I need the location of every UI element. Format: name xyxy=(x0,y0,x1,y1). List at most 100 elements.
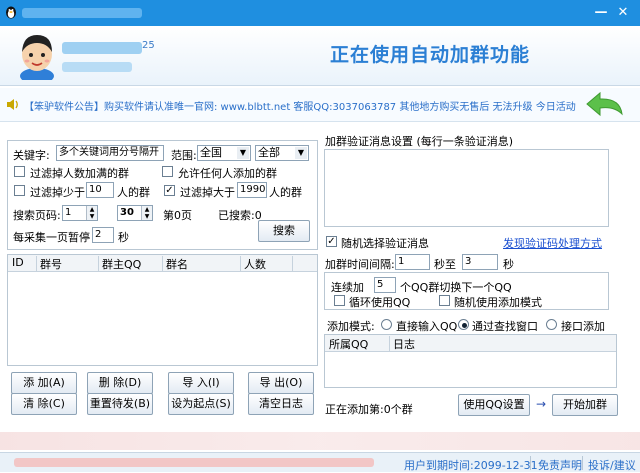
spinner-arrows-icon[interactable]: ▲ ▼ xyxy=(141,206,152,220)
interval-to-label: 秒至 xyxy=(434,258,456,271)
use-qq-settings-button[interactable]: 使用QQ设置 xyxy=(458,394,530,416)
col-id[interactable]: ID xyxy=(12,256,24,269)
filter-less-unit: 人的群 xyxy=(117,186,150,199)
set-start-button[interactable]: 设为起点(S) xyxy=(168,393,234,415)
col-owner-account[interactable]: 所属QQ xyxy=(329,336,368,352)
export-button[interactable]: 导 出(O) xyxy=(248,372,314,394)
title-bar[interactable]: — ✕ xyxy=(0,0,640,26)
random-verify-label: 随机选择验证消息 xyxy=(341,237,429,250)
filter-more-unit: 人的群 xyxy=(269,186,302,199)
random-mode-checkbox[interactable] xyxy=(439,295,450,306)
mode-find-window-label: 通过查找窗口 xyxy=(472,320,538,333)
expire-date: 用户到期时间:2099-12-31 xyxy=(404,459,538,472)
filter-more-checkbox[interactable]: ✓ xyxy=(164,185,175,196)
add-button[interactable]: 添 加(A) xyxy=(11,372,77,394)
mode-find-window-radio[interactable] xyxy=(458,319,469,330)
interval-unit: 秒 xyxy=(503,258,514,271)
group-table-header: ID 群号 群主QQ 群名 人数 xyxy=(8,255,317,272)
filter-less-checkbox[interactable] xyxy=(14,185,25,196)
username-suffix: 25 xyxy=(142,40,155,51)
reset-pending-button[interactable]: 重置待发(B) xyxy=(87,393,153,415)
group-table[interactable]: ID 群号 群主QQ 群名 人数 xyxy=(7,254,318,366)
searched-count: 已搜索:0 xyxy=(218,209,262,222)
allow-anyone-label: 允许任何人添加的群 xyxy=(178,167,277,180)
page-from-value: 1 xyxy=(65,207,72,218)
header: 25 正在使用自动加群功能 xyxy=(0,26,640,86)
mode-api-radio[interactable] xyxy=(546,319,557,330)
keyword-label: 关键字: xyxy=(13,149,50,162)
range-select[interactable]: 全国 ▼ xyxy=(197,145,251,161)
penguin-icon xyxy=(4,5,18,19)
interval-label: 加群时间间隔: xyxy=(325,258,395,271)
page-current: 第0页 xyxy=(163,209,192,222)
verify-title: 加群验证消息设置 (每行一条验证消息) xyxy=(325,135,514,148)
search-button[interactable]: 搜索 xyxy=(258,220,310,242)
mode-label: 添加模式: xyxy=(327,320,375,333)
status-bar: 用户到期时间:2099-12-31 免责声明 投诉/建议 xyxy=(0,452,640,472)
arrow-right-icon: → xyxy=(536,397,547,411)
pause-label: 每采集一页暂停 xyxy=(13,231,90,244)
range-label: 范围: xyxy=(171,149,197,162)
disclaimer-link[interactable]: 免责声明 xyxy=(538,457,582,473)
continuous-label: 连续加 xyxy=(331,281,364,294)
verify-message-textarea[interactable] xyxy=(324,149,609,227)
col-log[interactable]: 日志 xyxy=(393,336,415,352)
col-members[interactable]: 人数 xyxy=(244,256,266,272)
notice-text[interactable]: 【笨驴软件公告】购买软件请认准唯一官网: www.blbtt.net 客服QQ:… xyxy=(24,98,576,113)
range-sub-select-value: 全部 xyxy=(258,146,280,159)
pause-unit: 秒 xyxy=(118,231,129,244)
keyword-input[interactable]: 多个关键词用分号隔开 xyxy=(56,145,164,161)
title-blurred xyxy=(22,8,142,18)
start-button[interactable]: 开始加群 xyxy=(552,394,618,416)
allow-anyone-checkbox[interactable] xyxy=(162,166,173,177)
page-to-spinner[interactable]: 30 ▲ ▼ xyxy=(117,205,153,221)
random-verify-checkbox[interactable]: ✓ xyxy=(326,236,337,247)
chevron-down-icon: ▼ xyxy=(237,147,249,159)
back-arrow-icon[interactable] xyxy=(584,90,626,120)
blurred-band xyxy=(0,432,640,450)
filter-more-input[interactable]: 1990 xyxy=(237,182,267,198)
speaker-icon xyxy=(6,98,20,111)
status-blurred xyxy=(14,458,374,467)
page-label: 搜索页码: xyxy=(13,209,61,222)
loop-qq-label: 循环使用QQ xyxy=(349,296,411,309)
delete-button[interactable]: 删 除(D) xyxy=(87,372,153,394)
loop-qq-checkbox[interactable] xyxy=(334,295,345,306)
interval-to-input[interactable]: 3 xyxy=(462,254,498,270)
filter-full-checkbox[interactable] xyxy=(14,166,25,177)
pause-input[interactable]: 2 xyxy=(92,227,114,243)
user-info-blurred xyxy=(62,62,132,72)
filter-less-input[interactable]: 10 xyxy=(86,182,114,198)
range-sub-select[interactable]: 全部 ▼ xyxy=(255,145,309,161)
progress-text: 正在添加第:0个群 xyxy=(325,403,413,416)
mode-direct-label: 直接输入QQ xyxy=(396,320,458,333)
interval-from-input[interactable]: 1 xyxy=(395,254,430,270)
filter-full-label: 过滤掉人数加满的群 xyxy=(30,167,129,180)
avatar xyxy=(14,30,60,84)
clear-button[interactable]: 清 除(C) xyxy=(11,393,77,415)
page-to-value: 30 xyxy=(120,207,134,218)
col-group-name[interactable]: 群名 xyxy=(166,256,188,272)
chevron-down-icon: ▼ xyxy=(295,147,307,159)
clear-log-button[interactable]: 清空日志 xyxy=(248,393,314,415)
random-mode-label: 随机使用添加模式 xyxy=(454,296,542,309)
captcha-link[interactable]: 发现验证码处理方式 xyxy=(503,235,602,251)
minimize-button[interactable]: — xyxy=(594,6,608,20)
mode-api-label: 接口添加 xyxy=(561,320,605,333)
username-blurred xyxy=(62,42,142,54)
col-group-number[interactable]: 群号 xyxy=(40,256,62,272)
continuous-input[interactable]: 5 xyxy=(374,277,396,293)
spinner-arrows-icon[interactable]: ▲ ▼ xyxy=(86,206,97,220)
page-from-spinner[interactable]: 1 ▲ ▼ xyxy=(62,205,98,221)
log-table-header: 所属QQ 日志 xyxy=(325,335,616,352)
col-owner-qq[interactable]: 群主QQ xyxy=(102,256,141,272)
mode-direct-radio[interactable] xyxy=(381,319,392,330)
banner-title: 正在使用自动加群功能 xyxy=(329,44,530,66)
filter-more-label: 过滤掉大于 xyxy=(180,186,235,199)
import-button[interactable]: 导 入(I) xyxy=(168,372,234,394)
log-table[interactable]: 所属QQ 日志 xyxy=(324,334,617,388)
notice-bar: 【笨驴软件公告】购买软件请认准唯一官网: www.blbtt.net 客服QQ:… xyxy=(0,88,640,122)
close-button[interactable]: ✕ xyxy=(616,6,630,20)
feedback-link[interactable]: 投诉/建议 xyxy=(588,457,636,473)
range-select-value: 全国 xyxy=(200,146,222,159)
